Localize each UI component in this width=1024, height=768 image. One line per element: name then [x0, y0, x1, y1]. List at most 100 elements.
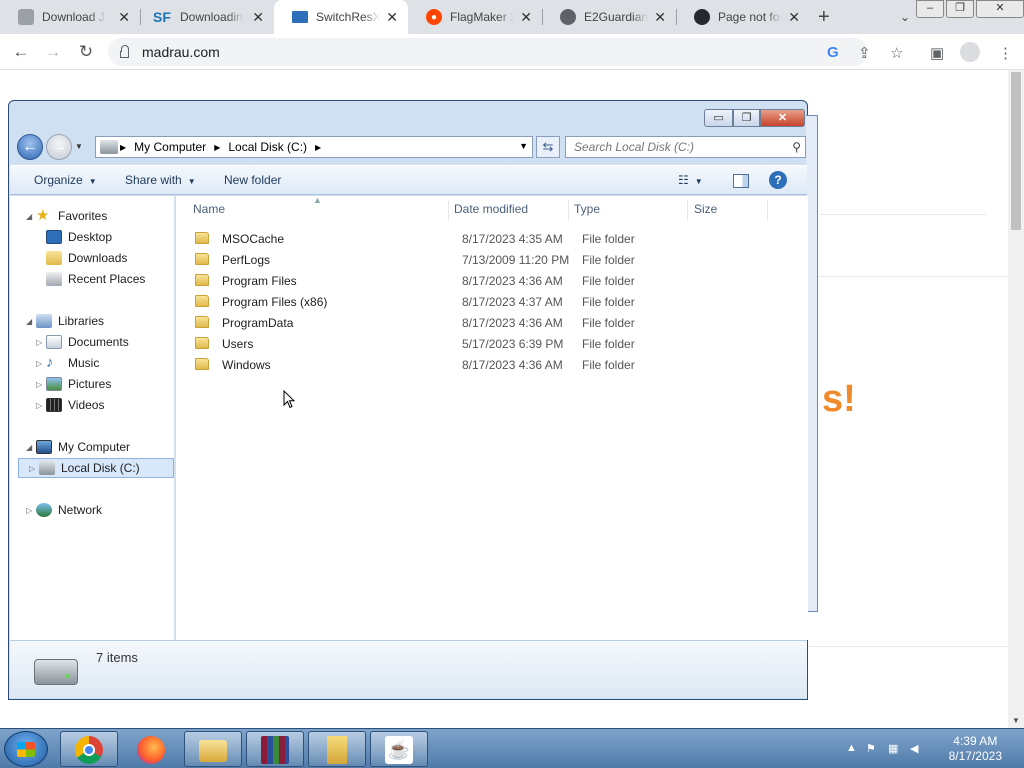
bookmark-star-icon[interactable]: ☆ — [890, 44, 903, 62]
column-divider[interactable] — [687, 200, 688, 220]
tab-downloading[interactable]: SF Downloading ✕ — [140, 0, 274, 34]
minimize-button[interactable]: ▭ — [704, 109, 733, 127]
github-icon — [694, 9, 710, 25]
new-folder-button[interactable]: New folder — [224, 173, 281, 187]
breadcrumb-arrow-icon[interactable]: ▶ — [315, 143, 321, 152]
nav-libraries[interactable]: ◢ Libraries — [26, 311, 104, 331]
action-center-icon[interactable]: ⚑ — [866, 742, 876, 755]
breadcrumb-arrow-icon[interactable]: ▶ — [120, 143, 126, 152]
column-name[interactable]: Name — [193, 202, 225, 216]
side-panel-icon[interactable]: ▣ — [930, 44, 944, 62]
organize-button[interactable]: Organize ▼ — [34, 173, 97, 187]
maximize-button[interactable]: ❐ — [946, 0, 974, 18]
file-row[interactable]: PerfLogs 7/13/2009 11:20 PM File folder — [194, 249, 794, 270]
breadcrumb-local-disk[interactable]: Local Disk (C:) — [228, 140, 307, 154]
collapsed-arrow-icon[interactable]: ▷ — [26, 506, 36, 515]
volume-muted-icon[interactable]: ◀ — [910, 742, 918, 755]
expanded-arrow-icon[interactable]: ◢ — [26, 443, 36, 452]
column-divider[interactable] — [767, 200, 768, 220]
share-icon[interactable]: ⇪ — [858, 44, 871, 62]
start-button[interactable] — [4, 731, 48, 767]
share-with-button[interactable]: Share with ▼ — [125, 173, 196, 187]
nav-downloads[interactable]: Downloads — [46, 248, 127, 268]
forward-button[interactable]: → — [46, 134, 72, 160]
close-button[interactable]: ✕ — [976, 0, 1024, 18]
nav-documents[interactable]: ▷ Documents — [36, 332, 129, 352]
file-row[interactable]: Windows 8/17/2023 4:36 AM File folder — [194, 354, 794, 375]
nav-local-disk[interactable]: ▷ Local Disk (C:) — [18, 458, 174, 478]
taskbar-chrome[interactable] — [60, 731, 118, 767]
file-row[interactable]: ProgramData 8/17/2023 4:36 AM File folder — [194, 312, 794, 333]
nav-network[interactable]: ▷ Network — [26, 500, 102, 520]
search-icon[interactable]: ⚲ — [792, 137, 801, 157]
clock[interactable]: 4:39 AM 8/17/2023 — [949, 734, 1002, 764]
preview-pane-icon[interactable] — [733, 174, 749, 188]
collapsed-arrow-icon[interactable]: ▷ — [36, 380, 46, 389]
taskbar-explorer[interactable] — [184, 731, 242, 767]
forward-arrow-icon[interactable]: → — [43, 42, 63, 62]
refresh-icon[interactable]: ⇆ — [536, 136, 560, 158]
profile-avatar-icon[interactable] — [960, 42, 980, 62]
collapsed-arrow-icon[interactable]: ▷ — [36, 359, 46, 368]
menu-kebab-icon[interactable]: ⋮ — [998, 44, 1013, 62]
column-date-modified[interactable]: Date modified — [454, 202, 528, 216]
tab-close-icon[interactable]: ✕ — [520, 9, 532, 26]
file-row[interactable]: MSOCache 8/17/2023 4:35 AM File folder — [194, 228, 794, 249]
tab-flagmaker[interactable]: ● FlagMaker 2 ✕ — [408, 0, 542, 34]
google-icon[interactable]: G — [827, 44, 839, 61]
tab-page-not-found[interactable]: Page not fou ✕ — [676, 0, 810, 34]
new-tab-button[interactable]: + — [806, 0, 836, 34]
address-dropdown-icon[interactable]: ▼ — [519, 141, 528, 151]
tab-close-icon[interactable]: ✕ — [654, 9, 666, 26]
recent-pages-chevron-icon[interactable]: ▼ — [75, 142, 83, 151]
tab-close-icon[interactable]: ✕ — [788, 9, 800, 26]
network-status-icon[interactable]: ▦ — [888, 742, 898, 755]
collapsed-arrow-icon[interactable]: ▷ — [36, 338, 46, 347]
tab-close-icon[interactable]: ✕ — [118, 9, 130, 26]
help-icon[interactable]: ? — [769, 171, 787, 189]
tab-close-icon[interactable]: ✕ — [386, 9, 398, 26]
back-button[interactable]: ← — [17, 134, 43, 160]
nav-pictures[interactable]: ▷ Pictures — [36, 374, 111, 394]
reload-icon[interactable]: ↻ — [76, 42, 96, 62]
address-breadcrumb[interactable]: ▶ My Computer ▶ Local Disk (C:) ▶ ▼ — [95, 136, 533, 158]
back-arrow-icon[interactable]: ← — [11, 42, 31, 62]
taskbar-folder[interactable] — [308, 731, 366, 767]
expanded-arrow-icon[interactable]: ◢ — [26, 212, 36, 221]
minimize-button[interactable]: – — [916, 0, 944, 18]
nav-favorites[interactable]: ◢ ★ Favorites — [26, 206, 107, 226]
file-row[interactable]: Program Files 8/17/2023 4:36 AM File folde… — [194, 270, 794, 291]
nav-recent-places[interactable]: Recent Places — [46, 269, 145, 289]
tab-e2guardian[interactable]: E2Guardian ✕ — [542, 0, 676, 34]
tab-switchresx[interactable]: SwitchResX ✕ — [274, 0, 408, 34]
file-row[interactable]: Users 5/17/2023 6:39 PM File folder — [194, 333, 794, 354]
column-type[interactable]: Type — [574, 202, 600, 216]
collapsed-arrow-icon[interactable]: ▷ — [36, 401, 46, 410]
breadcrumb-my-computer[interactable]: My Computer — [134, 140, 206, 154]
close-button[interactable]: ✕ — [760, 109, 805, 127]
tab-close-icon[interactable]: ✕ — [252, 9, 264, 26]
file-row[interactable]: Program Files (x86) 8/17/2023 4:37 AM File… — [194, 291, 794, 312]
view-options-icon[interactable]: ☷ ▼ — [678, 173, 703, 187]
search-input[interactable]: Search Local Disk (C:) ⚲ — [565, 136, 806, 158]
address-bar[interactable]: madrau.com — [108, 38, 868, 66]
taskbar-firefox[interactable] — [122, 731, 180, 767]
nav-videos[interactable]: ▷ Videos — [36, 395, 104, 415]
taskbar-winrar[interactable] — [246, 731, 304, 767]
column-divider[interactable] — [448, 200, 449, 220]
breadcrumb-arrow-icon[interactable]: ▶ — [214, 143, 220, 152]
collapsed-arrow-icon[interactable]: ▷ — [29, 464, 39, 473]
scroll-down-arrow-icon[interactable]: ▼ — [1012, 716, 1020, 725]
column-divider[interactable] — [568, 200, 569, 220]
column-size[interactable]: Size — [694, 202, 717, 216]
show-hidden-icons-icon[interactable]: ▲ — [846, 742, 857, 754]
taskbar-java[interactable]: ☕ — [370, 731, 428, 767]
tab-download-java[interactable]: Download Ja ✕ — [0, 0, 140, 34]
scrollbar-thumb[interactable] — [1011, 72, 1021, 230]
page-scrollbar[interactable]: ▼ — [1008, 70, 1024, 728]
maximize-button[interactable]: ❐ — [733, 109, 760, 127]
nav-my-computer[interactable]: ◢ My Computer — [26, 437, 130, 457]
expanded-arrow-icon[interactable]: ◢ — [26, 317, 36, 326]
nav-desktop[interactable]: Desktop — [46, 227, 112, 247]
nav-music[interactable]: ▷ ♪ Music — [36, 353, 99, 373]
